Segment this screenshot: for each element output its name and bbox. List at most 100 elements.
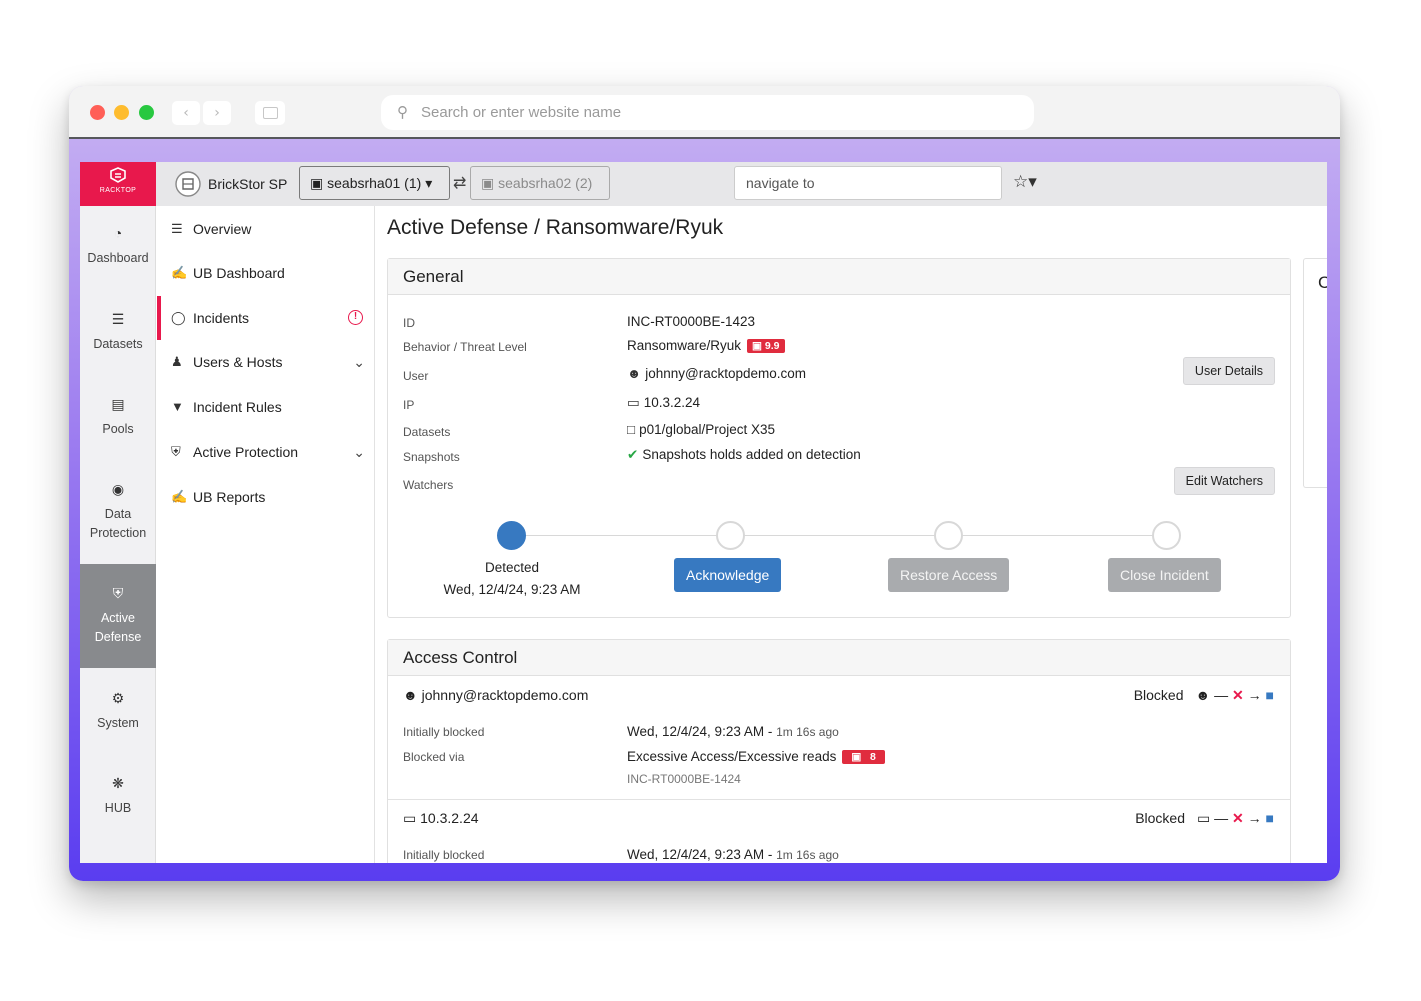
sidebar-item-active-defense[interactable]: ⛨ Active Defense: [80, 564, 156, 668]
restore-access-button[interactable]: Restore Access: [888, 558, 1010, 592]
access-control-card: Access Control ☻ johnny@racktopdemo.com …: [387, 639, 1291, 863]
main-sidebar: ◔ Dashboard ☰ Datasets ▤ Pools ◉ Data Pr…: [80, 206, 156, 863]
app-topbar: RACKTOP BrickStor SP ▣ seabsrha01 (1) ▾ …: [80, 162, 1327, 206]
blocked-via-row: Excessive Access/Excessive reads ▣ 8: [627, 749, 885, 764]
star-favorites-icon[interactable]: ☆▾: [1013, 172, 1037, 192]
sidebar-item-data-protection[interactable]: ◉ Data Protection: [80, 480, 156, 568]
sidebar-item-datasets[interactable]: ☰ Datasets: [80, 310, 156, 376]
subnav-item-incidents[interactable]: ◯ Incidents !: [157, 296, 375, 340]
computer-alert-icon: ▣: [851, 751, 871, 763]
close-incident-button[interactable]: Close Incident: [1108, 558, 1221, 592]
node-selector-inactive[interactable]: ▣ seabsrha02 (2): [470, 166, 610, 200]
navigate-placeholder: navigate to: [746, 175, 815, 191]
id-label: ID: [403, 316, 415, 330]
folder-icon: ■: [1265, 810, 1274, 826]
sidebar-item-dashboard[interactable]: ◔ Dashboard: [80, 224, 156, 290]
sidebar-item-system[interactable]: ⚙ System: [80, 689, 156, 755]
ip-row: ▭ 10.3.2.24: [627, 395, 700, 411]
subnav-item-overview[interactable]: ☰ Overview: [157, 209, 375, 249]
snapshots-label: Snapshots: [403, 450, 460, 464]
sidebar-toggle-icon[interactable]: [255, 101, 285, 125]
initially-blocked-value: Wed, 12/4/24, 9:23 AM: [627, 847, 765, 862]
brand-name: BrickStor SP: [208, 176, 288, 192]
access-subject: ☻ johnny@racktopdemo.com: [403, 687, 588, 703]
camera-icon: ◉: [111, 481, 125, 497]
sidebar-item-label: Protection: [89, 526, 147, 540]
initially-blocked-row: Wed, 12/4/24, 9:23 AM - 1m 16s ago: [627, 724, 839, 739]
maximize-window-icon[interactable]: [139, 105, 154, 120]
subnav-item-label: UB Reports: [193, 489, 266, 505]
detected-label: Detected Wed, 12/4/24, 9:23 AM: [428, 557, 596, 601]
id-value: INC-RT0000BE-1423: [627, 314, 756, 329]
sub-sidebar: ☰ Overview ✍ UB Dashboard ◯ Incidents ! …: [157, 206, 375, 863]
subnav-item-incident-rules[interactable]: ▼ Incident Rules: [157, 387, 375, 427]
folder-icon: □: [627, 422, 636, 437]
step-close: [1152, 521, 1181, 550]
logo-text: RACKTOP: [99, 187, 137, 194]
racktop-logo[interactable]: RACKTOP: [80, 162, 156, 206]
node-selector-active[interactable]: ▣ seabsrha01 (1) ▾: [299, 166, 450, 200]
access-subject-value[interactable]: johnny@racktopdemo.com: [422, 687, 589, 703]
blocked-x-icon: ✕: [1232, 687, 1244, 703]
behavior-label: Behavior / Threat Level: [403, 340, 527, 354]
ago-text: 1m 16s ago: [776, 848, 839, 862]
address-bar[interactable]: ⚲ Search or enter website name: [381, 95, 1034, 130]
computer-alert-icon: ▣: [752, 340, 765, 352]
chevron-right-icon[interactable]: ›: [203, 101, 231, 125]
sidebar-item-hub[interactable]: ❋ HUB: [80, 774, 156, 840]
app-root: RACKTOP BrickStor SP ▣ seabsrha01 (1) ▾ …: [80, 162, 1327, 863]
close-window-icon[interactable]: [90, 105, 105, 120]
status-text: Blocked: [1135, 810, 1185, 826]
ip-label: IP: [403, 398, 415, 412]
watchers-label: Watchers: [403, 478, 454, 492]
user-details-button[interactable]: User Details: [1182, 357, 1275, 385]
access-control-title: Access Control: [388, 640, 1290, 676]
via-reference[interactable]: INC-RT0000BE-1424: [627, 772, 741, 786]
node-active-label: seabsrha01 (1): [327, 175, 422, 191]
chevron-down-icon[interactable]: ⌄: [353, 432, 365, 472]
subnav-item-ub-dashboard[interactable]: ✍ UB Dashboard: [157, 253, 375, 293]
initially-blocked-label: Initially blocked: [403, 725, 485, 739]
sidebar-item-pools[interactable]: ▤ Pools: [80, 395, 156, 461]
alert-icon: !: [348, 310, 363, 325]
subnav-item-active-protection[interactable]: ⛨ Active Protection ⌄: [157, 432, 375, 472]
caret-down-icon: ▾: [425, 175, 433, 191]
acknowledge-button[interactable]: Acknowledge: [674, 558, 782, 592]
access-status: Blocked ▭ — ✕ → ■: [1135, 810, 1274, 827]
browser-window: ‹ › ⚲ Search or enter website name RACKT…: [69, 86, 1340, 881]
initially-blocked-value: Wed, 12/4/24, 9:23 AM: [627, 724, 765, 739]
list-check-icon: ☰: [171, 221, 183, 236]
snapshots-row: ✔ Snapshots holds added on detection: [627, 447, 861, 463]
progress-track: [512, 535, 1167, 536]
user-row: ☻ johnny@racktopdemo.com: [627, 366, 806, 381]
gear-icon: ⚙: [111, 690, 125, 706]
subnav-item-label: Users & Hosts: [193, 354, 283, 370]
desktop-icon: ▭: [403, 810, 421, 826]
access-subject-value[interactable]: 10.3.2.24: [420, 810, 478, 826]
hand-pointer-icon: ✍: [171, 265, 188, 280]
sidebar-item-label: System: [97, 716, 139, 730]
blocked-via-value[interactable]: Excessive Access/Excessive reads: [627, 749, 836, 764]
datasets-value[interactable]: p01/global/Project X35: [639, 422, 775, 437]
sidebar-item-label: Active: [100, 611, 136, 625]
navigate-input[interactable]: navigate to: [734, 166, 1002, 200]
subnav-item-ub-reports[interactable]: ✍ UB Reports: [157, 477, 375, 517]
access-status: Blocked ☻ — ✕ → ■: [1134, 687, 1274, 704]
status-text: Blocked: [1133, 687, 1184, 703]
access-entry-user: ☻ johnny@racktopdemo.com Blocked ☻ — ✕ → …: [388, 677, 1290, 799]
detected-time: Wed, 12/4/24, 9:23 AM: [443, 582, 581, 597]
datasets-label: Datasets: [403, 425, 451, 439]
chevron-left-icon[interactable]: ‹: [172, 101, 200, 125]
ip-value[interactable]: 10.3.2.24: [644, 395, 700, 410]
minimize-window-icon[interactable]: [114, 105, 129, 120]
browser-toolbar: ‹ › ⚲ Search or enter website name: [69, 86, 1340, 139]
brand[interactable]: BrickStor SP: [174, 168, 287, 200]
user-value[interactable]: johnny@racktopdemo.com: [645, 366, 806, 381]
chevron-down-icon[interactable]: ⌄: [353, 342, 365, 382]
shield-icon: ◯: [171, 310, 186, 325]
edit-watchers-button[interactable]: Edit Watchers: [1173, 467, 1275, 495]
sidebar-item-label: Pools: [102, 422, 134, 436]
swap-icon[interactable]: ⇄: [453, 173, 466, 193]
subnav-item-users-hosts[interactable]: ♟ Users & Hosts ⌄: [157, 342, 375, 382]
sidebar-item-label: Data: [104, 507, 132, 521]
